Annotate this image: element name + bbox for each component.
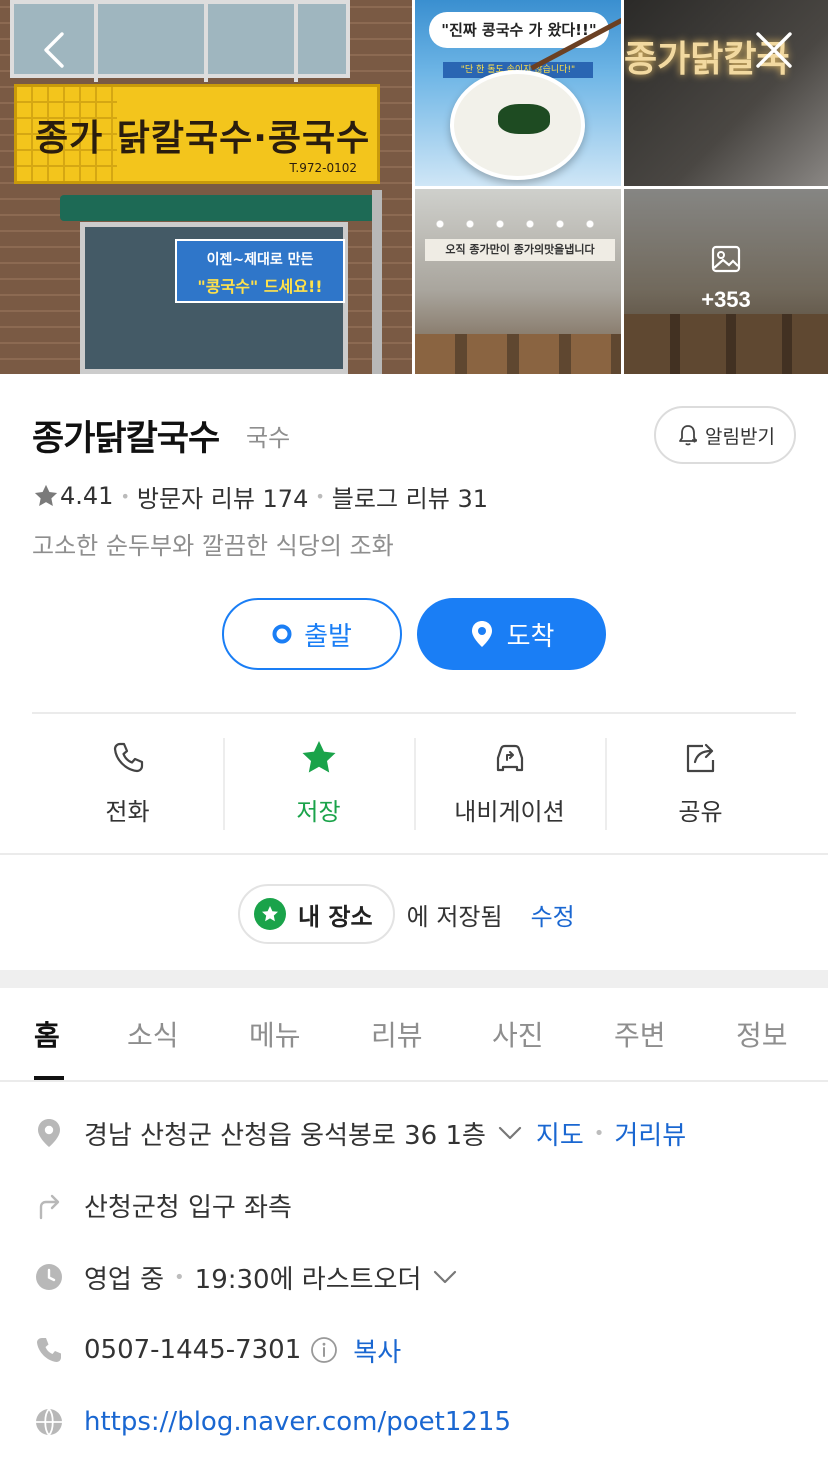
info-icon[interactable] — [309, 1335, 339, 1365]
store-sign-phone: T.972-0102 — [289, 161, 358, 175]
map-pin-icon — [32, 1116, 66, 1150]
tables — [415, 334, 621, 374]
tab-reviews[interactable]: 리뷰 — [371, 1014, 423, 1054]
saved-star-badge-icon — [254, 898, 286, 930]
turn-right-icon — [32, 1188, 66, 1222]
action-bar: 전화 저장 내비게이션 공유 — [32, 736, 796, 830]
clock-icon — [32, 1260, 66, 1294]
blog-reviews-link[interactable]: 블로그 리뷰 31 — [332, 479, 488, 514]
save-label: 저장 — [296, 798, 341, 826]
saved-folder-chip[interactable]: 내 장소 — [238, 884, 395, 944]
map-link[interactable]: 지도 — [536, 1115, 584, 1152]
street-view-link[interactable]: 거리뷰 — [614, 1115, 686, 1152]
saved-status-row: 내 장소 에 저장됨 수정 — [238, 884, 575, 944]
call-button[interactable]: 전화 — [32, 736, 223, 830]
saved-folder-name: 내 장소 — [298, 902, 373, 931]
chevron-down-icon[interactable] — [496, 1119, 524, 1147]
address-row: 경남 산청군 산청읍 웅석봉로 36 1층 지도 • 거리뷰 — [32, 1113, 686, 1153]
business-status: 영업 중 — [84, 1264, 165, 1295]
arrive-route-button[interactable]: 도착 — [417, 598, 606, 670]
tab-home[interactable]: 홈 — [34, 1014, 60, 1054]
website-row: https://blog.naver.com/poet1215 — [32, 1402, 511, 1442]
tab-news[interactable]: 소식 — [127, 1014, 179, 1054]
close-icon[interactable] — [752, 28, 796, 72]
start-route-label: 출발 — [304, 621, 352, 652]
more-photos-overlay — [624, 189, 828, 374]
call-label: 전화 — [105, 798, 150, 826]
hours-row: 영업 중 • 19:30에 라스트오더 — [32, 1257, 459, 1297]
star-filled-icon — [302, 741, 335, 773]
website-link[interactable]: https://blog.naver.com/poet1215 — [84, 1407, 511, 1437]
share-button[interactable]: 공유 — [605, 736, 796, 830]
poster-line-2: "콩국수" 드세요!! — [197, 277, 323, 296]
phone-row: 0507-1445-7301 복사 — [32, 1330, 401, 1370]
directions-row: 산청군청 입구 좌측 — [32, 1185, 292, 1225]
noodle-bowl — [450, 70, 585, 180]
separator-dot: • — [315, 486, 325, 506]
tab-info[interactable]: 정보 — [736, 1014, 788, 1054]
place-description: 고소한 순두부와 깔끔한 식당의 조화 — [32, 532, 394, 560]
photo-wall-sign[interactable]: 종가닭칼국 — [624, 0, 828, 186]
tab-nearby[interactable]: 주변 — [614, 1014, 666, 1054]
section-spacer — [0, 970, 828, 988]
last-order-text: 19:30에 라스트오더 — [194, 1264, 422, 1295]
separator-dot: • — [120, 486, 130, 506]
active-tab-indicator — [34, 1076, 64, 1080]
awning — [60, 195, 380, 221]
save-button[interactable]: 저장 — [223, 736, 414, 830]
origin-dot-icon — [272, 624, 292, 644]
notify-label: 알림받기 — [705, 425, 775, 448]
navigation-label: 내비게이션 — [454, 798, 565, 826]
copy-phone-link[interactable]: 복사 — [353, 1332, 401, 1369]
globe-icon — [32, 1405, 66, 1439]
window-poster: 이젠~제대로 만든 "콩국수" 드세요!! — [175, 239, 345, 303]
star-icon — [34, 484, 58, 507]
car-icon — [496, 744, 523, 772]
divider — [0, 853, 828, 855]
saved-status-text: 에 저장됨 — [406, 902, 503, 931]
tab-menu[interactable]: 메뉴 — [249, 1014, 301, 1054]
share-icon — [686, 743, 714, 773]
notify-button[interactable]: 알림받기 — [654, 406, 796, 464]
tab-bar: 홈 소식 메뉴 리뷰 사진 주변 정보 — [0, 988, 828, 1082]
place-name: 종가닭칼국수 — [32, 419, 220, 459]
navigation-button[interactable]: 내비게이션 — [414, 736, 605, 830]
location-pin-icon — [471, 621, 492, 647]
store-sign: 종가 닭칼국수·콩국수 T.972-0102 — [14, 84, 380, 184]
ceiling-lights — [425, 219, 605, 229]
phone-icon — [32, 1333, 66, 1367]
place-title-row: 종가닭칼국수 국수 알림받기 — [32, 406, 796, 464]
start-route-button[interactable]: 출발 — [222, 598, 402, 670]
chevron-down-icon[interactable] — [431, 1263, 459, 1291]
photo-interior[interactable]: 오직 종가만이 종가의맛을냅니다 — [415, 189, 621, 374]
divider — [32, 712, 796, 714]
interior-banner: 오직 종가만이 종가의맛을냅니다 — [425, 239, 615, 261]
bell-icon — [679, 425, 698, 446]
address-text: 경남 산청군 산청읍 웅석봉로 36 1층 — [84, 1120, 486, 1151]
phone-icon — [113, 742, 143, 773]
directions-text: 산청군청 입구 좌측 — [84, 1192, 292, 1223]
photo-gallery[interactable]: 종가 닭칼국수·콩국수 T.972-0102 이젠~제대로 만든 "콩국수" 드… — [0, 0, 828, 374]
poster-line-1: 이젠~제대로 만든 — [206, 252, 314, 268]
share-label: 공유 — [678, 798, 723, 826]
edit-saved-link[interactable]: 수정 — [531, 897, 575, 932]
separator-dot: • — [593, 1122, 605, 1144]
pole — [372, 190, 382, 374]
separator-dot: • — [174, 1266, 185, 1288]
arrive-route-label: 도착 — [506, 621, 555, 652]
tab-photos[interactable]: 사진 — [492, 1014, 544, 1054]
chevron-left-icon[interactable] — [32, 28, 76, 72]
more-photos-count: +353 — [701, 287, 751, 312]
rating-value: 4.41 — [60, 482, 114, 510]
place-category: 국수 — [246, 424, 291, 452]
store-window: 이젠~제대로 만든 "콩국수" 드세요!! — [80, 222, 348, 374]
review-stats: 4.41 • 방문자 리뷰 174 • 블로그 리뷰 31 — [32, 478, 488, 514]
phone-number[interactable]: 0507-1445-7301 — [84, 1335, 301, 1365]
store-sign-text: 종가 닭칼국수·콩국수 — [35, 118, 371, 159]
image-icon — [711, 245, 741, 273]
photo-menu-poster[interactable]: "진짜 콩국수 가 왔다!!" "단 한 톨도 속이지 않습니다!" — [415, 0, 621, 186]
photo-more[interactable]: +353 — [624, 189, 828, 374]
visitor-reviews-link[interactable]: 방문자 리뷰 174 — [137, 479, 308, 514]
